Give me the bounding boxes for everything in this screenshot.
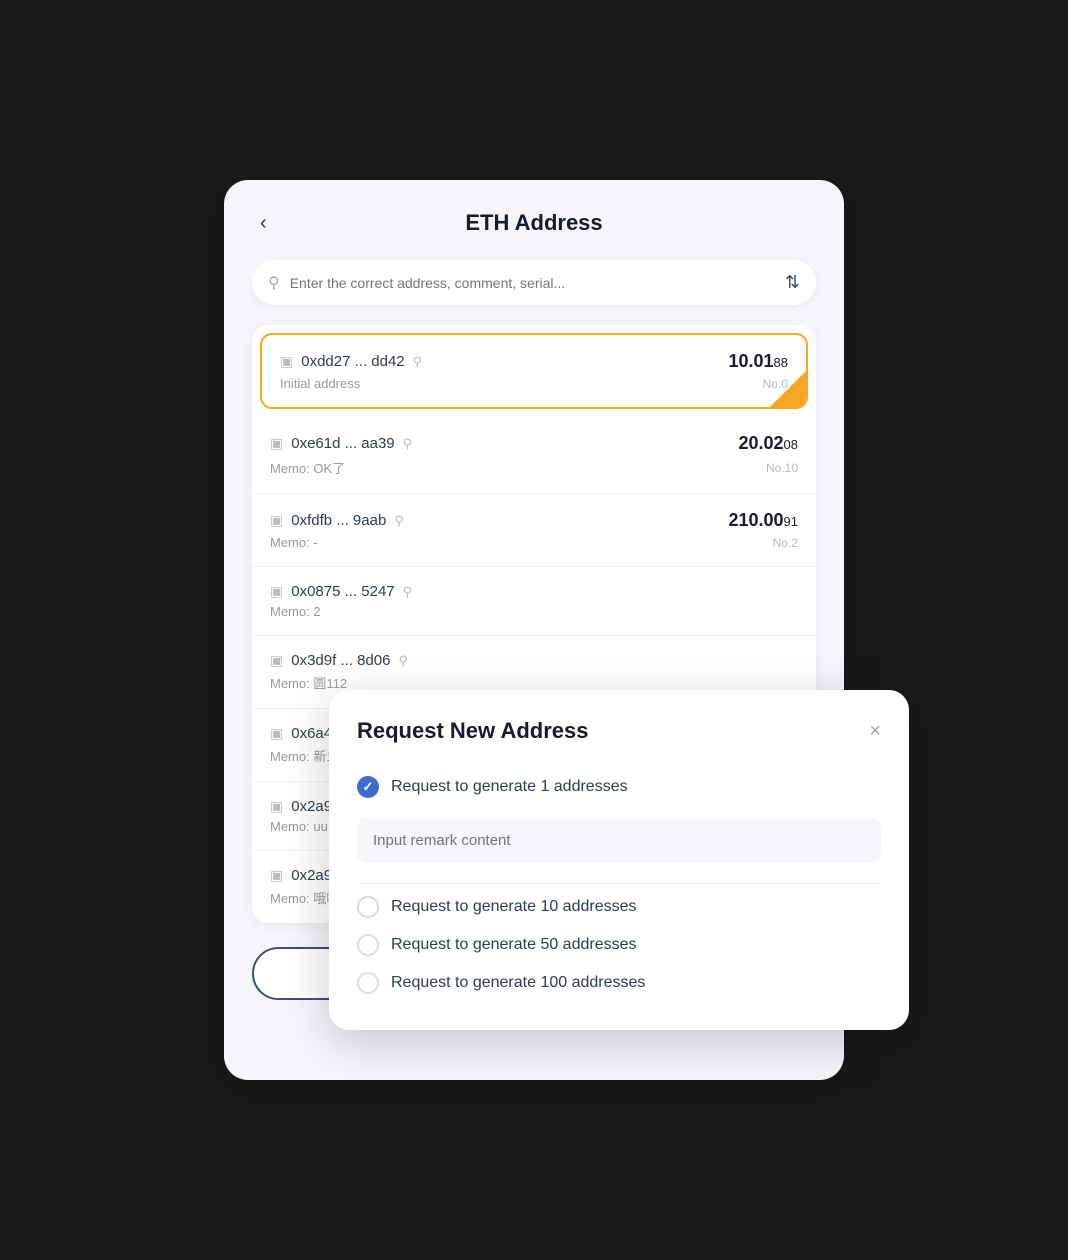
radio-label-0: Request to generate 1 addresses (391, 778, 628, 796)
main-card: ‹ ETH Address ⚲ ⇅ ▣ 0xdd27 ... dd42 ⚲ 10… (224, 180, 844, 1080)
radio-option-2[interactable]: Request to generate 50 addresses (357, 926, 881, 964)
amount: 20.0208 (738, 433, 798, 454)
modal-option: Request to generate 50 addresses (357, 926, 881, 964)
memo-text: Memo: 新1 (270, 746, 334, 765)
serial-num: No.10 (766, 461, 798, 475)
memo-text: Memo: 2 (270, 604, 321, 619)
modal-option: Request to generate 100 addresses (357, 964, 881, 1002)
address-text: 0x3d9f ... 8d06 (291, 652, 390, 669)
memo-text: Memo: 圆112 (270, 673, 347, 692)
radio-option-0[interactable]: Request to generate 1 addresses (357, 768, 881, 806)
address-item[interactable]: ▣ 0xfdfb ... 9aab ⚲ 210.0091 Memo: - No.… (252, 494, 816, 567)
address-item[interactable]: ▣ 0xdd27 ... dd42 ⚲ 10.0188 Initial addr… (260, 333, 808, 409)
copy-icon[interactable]: ▣ (270, 435, 283, 452)
copy-icon[interactable]: ▣ (280, 353, 293, 370)
search-address-icon[interactable]: ⚲ (403, 584, 413, 600)
memo-text: Memo: OK了 (270, 458, 345, 477)
page-title: ETH Address (465, 210, 602, 236)
address-text: 0x0875 ... 5247 (291, 583, 394, 600)
copy-icon[interactable]: ▣ (270, 512, 283, 529)
radio-circle-2[interactable] (357, 934, 379, 956)
address-text: 0xe61d ... aa39 (291, 435, 394, 452)
selected-badge (770, 371, 806, 407)
modal-option: Request to generate 10 addresses (357, 888, 881, 926)
modal-title: Request New Address (357, 718, 588, 744)
filter-icon[interactable]: ⇅ (785, 272, 800, 293)
memo-text: Memo: uu (270, 819, 328, 834)
address-item[interactable]: ▣ 0xe61d ... aa39 ⚲ 20.0208 Memo: OK了 No… (252, 417, 816, 494)
radio-circle-3[interactable] (357, 972, 379, 994)
search-input[interactable] (290, 275, 775, 291)
search-address-icon[interactable]: ⚲ (413, 354, 423, 370)
modal-option: Request to generate 1 addresses (357, 768, 881, 806)
memo-text: Memo: - (270, 535, 318, 550)
radio-option-3[interactable]: Request to generate 100 addresses (357, 964, 881, 1002)
amount: 210.0091 (728, 510, 798, 531)
radio-label-3: Request to generate 100 addresses (391, 974, 645, 992)
radio-circle-1[interactable] (357, 896, 379, 918)
modal-header: Request New Address × (357, 718, 881, 744)
search-address-icon[interactable]: ⚲ (398, 653, 408, 669)
address-text: 0xfdfb ... 9aab (291, 512, 386, 529)
radio-label-2: Request to generate 50 addresses (391, 936, 637, 954)
search-address-icon[interactable]: ⚲ (394, 513, 404, 529)
memo-text: Initial address (280, 376, 360, 391)
remark-input[interactable] (357, 818, 881, 863)
radio-label-1: Request to generate 10 addresses (391, 898, 637, 916)
copy-icon[interactable]: ▣ (270, 798, 283, 815)
search-bar: ⚲ ⇅ (252, 260, 816, 305)
modal-options: Request to generate 1 addresses Request … (357, 768, 881, 1002)
header: ‹ ETH Address (252, 210, 816, 236)
copy-icon[interactable]: ▣ (270, 583, 283, 600)
search-icon: ⚲ (268, 273, 280, 293)
request-modal: Request New Address × Request to generat… (329, 690, 909, 1030)
modal-close-button[interactable]: × (869, 721, 881, 741)
radio-option-1[interactable]: Request to generate 10 addresses (357, 888, 881, 926)
search-address-icon[interactable]: ⚲ (403, 436, 413, 452)
remark-input-wrapper (357, 806, 881, 884)
back-button[interactable]: ‹ (252, 208, 275, 239)
divider (357, 883, 881, 884)
copy-icon[interactable]: ▣ (270, 652, 283, 669)
radio-circle-0[interactable] (357, 776, 379, 798)
amount: 10.0188 (728, 351, 788, 372)
copy-icon[interactable]: ▣ (270, 725, 283, 742)
address-item[interactable]: ▣ 0x0875 ... 5247 ⚲ Memo: 2 (252, 567, 816, 636)
address-text: 0xdd27 ... dd42 (301, 353, 404, 370)
copy-icon[interactable]: ▣ (270, 867, 283, 884)
serial-num: No.2 (773, 536, 798, 550)
